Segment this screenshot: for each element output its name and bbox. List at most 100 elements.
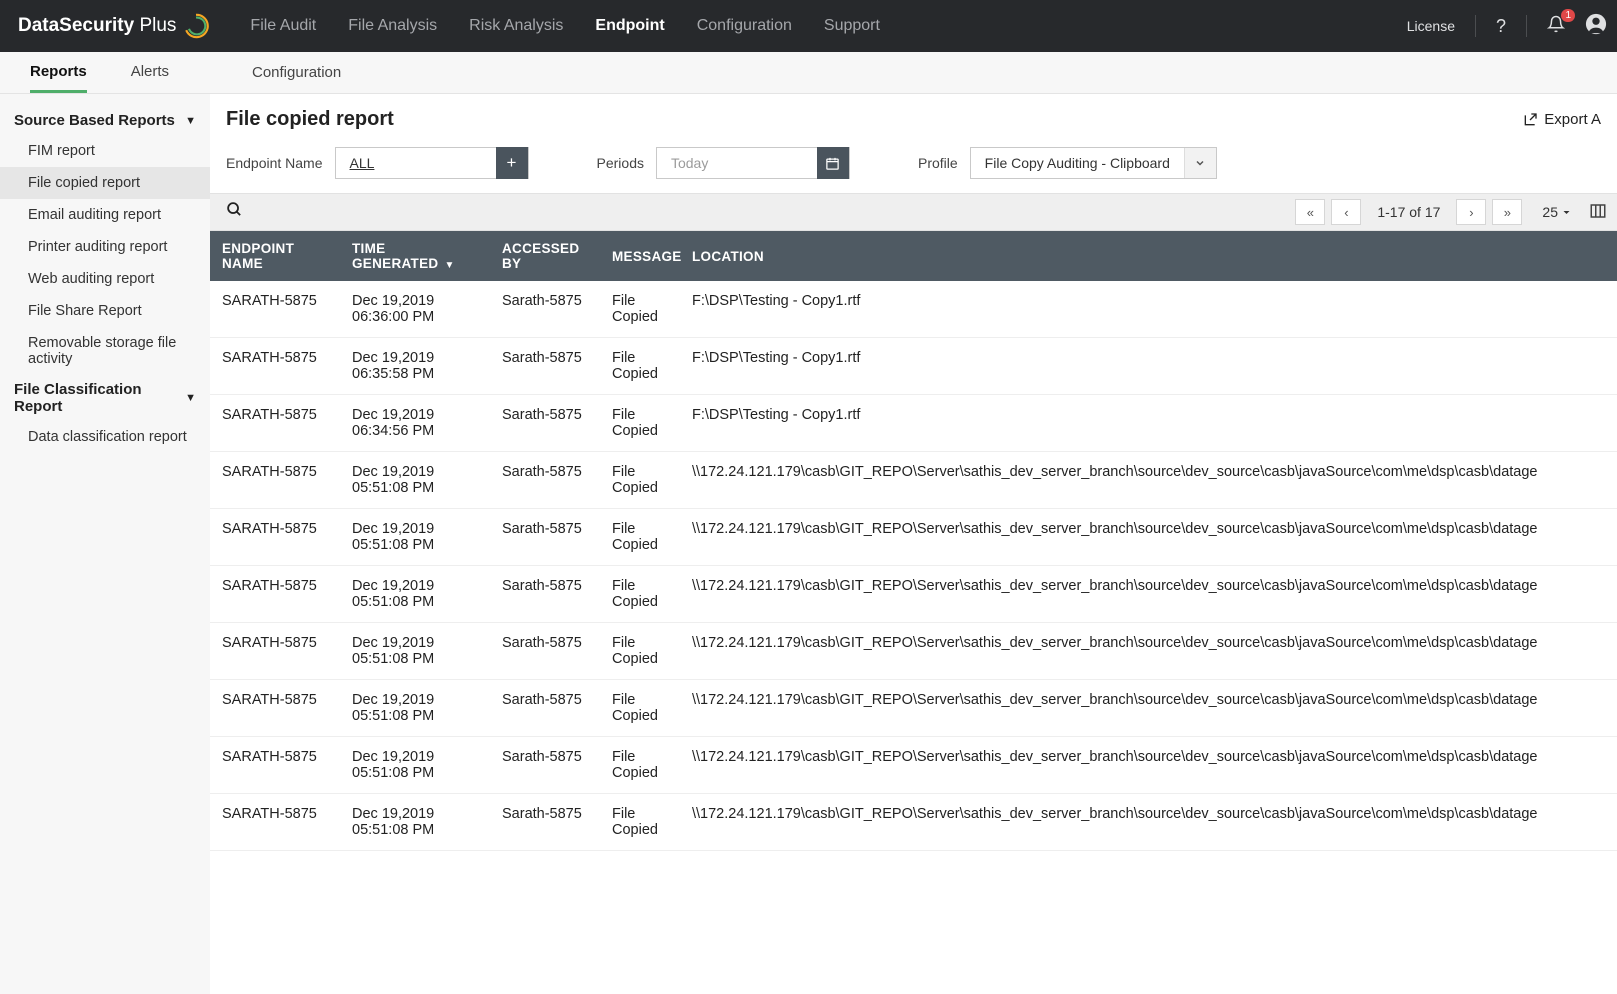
license-link[interactable]: License <box>1407 18 1455 34</box>
cell-time: Dec 19,2019 05:51:08 PM <box>340 794 490 851</box>
main-nav-configuration[interactable]: Configuration <box>697 3 792 49</box>
cell-location: F:\DSP\Testing - Copy1.rtf <box>680 395 1617 452</box>
main-nav-file-audit[interactable]: File Audit <box>250 3 316 49</box>
profile-dropdown-button[interactable] <box>1184 148 1216 178</box>
pager-last[interactable]: » <box>1492 199 1522 225</box>
caret-down-icon <box>1562 208 1571 217</box>
table-row[interactable]: SARATH-5875Dec 19,2019 05:51:08 PMSarath… <box>210 452 1617 509</box>
col-endpoint[interactable]: ENDPOINT NAME <box>210 231 340 281</box>
cell-endpoint: SARATH-5875 <box>210 395 340 452</box>
endpoint-add-button[interactable]: + <box>496 147 528 179</box>
cell-message: File Copied <box>600 737 680 794</box>
col-message[interactable]: MESSAGE <box>600 231 680 281</box>
endpoint-value: ALL <box>336 155 496 171</box>
periods-select[interactable]: Today <box>656 147 850 179</box>
profile-select[interactable]: File Copy Auditing - Clipboard <box>970 147 1217 179</box>
page-title: File copied report <box>226 108 394 131</box>
cell-location: \\172.24.121.179\casb\GIT_REPO\Server\sa… <box>680 623 1617 680</box>
sidebar-group-file-classification-report[interactable]: File Classification Report▼ <box>0 375 210 421</box>
pager-first[interactable]: « <box>1295 199 1325 225</box>
page-size-select[interactable]: 25 <box>1542 204 1571 220</box>
user-avatar-icon[interactable] <box>1585 13 1607 40</box>
cell-accessed: Sarath-5875 <box>490 566 600 623</box>
sidebar-item-email-auditing-report[interactable]: Email auditing report <box>0 199 210 231</box>
sub-tab-reports[interactable]: Reports <box>30 52 87 93</box>
cell-time: Dec 19,2019 06:35:58 PM <box>340 338 490 395</box>
sidebar: Source Based Reports▼FIM reportFile copi… <box>0 94 210 994</box>
table-row[interactable]: SARATH-5875Dec 19,2019 05:51:08 PMSarath… <box>210 623 1617 680</box>
divider <box>1526 15 1527 37</box>
cell-accessed: Sarath-5875 <box>490 281 600 338</box>
pager-prev[interactable]: ‹ <box>1331 199 1361 225</box>
cell-accessed: Sarath-5875 <box>490 395 600 452</box>
cell-endpoint: SARATH-5875 <box>210 794 340 851</box>
notif-badge: 1 <box>1561 9 1575 22</box>
bell-icon[interactable]: 1 <box>1547 15 1565 38</box>
columns-icon[interactable] <box>1589 202 1607 223</box>
cell-accessed: Sarath-5875 <box>490 452 600 509</box>
filter-endpoint: Endpoint Name ALL + <box>226 147 529 179</box>
table-row[interactable]: SARATH-5875Dec 19,2019 06:34:56 PMSarath… <box>210 395 1617 452</box>
cell-location: \\172.24.121.179\casb\GIT_REPO\Server\sa… <box>680 566 1617 623</box>
cell-message: File Copied <box>600 680 680 737</box>
cell-message: File Copied <box>600 395 680 452</box>
cell-time: Dec 19,2019 05:51:08 PM <box>340 680 490 737</box>
table-row[interactable]: SARATH-5875Dec 19,2019 05:51:08 PMSarath… <box>210 737 1617 794</box>
col-accessed[interactable]: ACCESSED BY <box>490 231 600 281</box>
sidebar-item-data-classification-report[interactable]: Data classification report <box>0 421 210 453</box>
endpoint-select[interactable]: ALL + <box>335 147 529 179</box>
cell-accessed: Sarath-5875 <box>490 623 600 680</box>
sub-nav: Reports Alerts Configuration <box>0 52 1617 94</box>
sidebar-item-fim-report[interactable]: FIM report <box>0 135 210 167</box>
sidebar-item-printer-auditing-report[interactable]: Printer auditing report <box>0 231 210 263</box>
cell-accessed: Sarath-5875 <box>490 509 600 566</box>
chevron-down-icon: ▼ <box>185 115 196 127</box>
main-nav: File Audit File Analysis Risk Analysis Endp… <box>250 3 1406 49</box>
cell-accessed: Sarath-5875 <box>490 794 600 851</box>
cell-message: File Copied <box>600 509 680 566</box>
main-nav-endpoint[interactable]: Endpoint <box>595 3 664 49</box>
sub-tab-alerts[interactable]: Alerts <box>131 52 169 93</box>
sub-nav-configuration[interactable]: Configuration <box>220 52 341 93</box>
table-row[interactable]: SARATH-5875Dec 19,2019 06:36:00 PMSarath… <box>210 281 1617 338</box>
pager: « ‹ 1-17 of 17 › » 25 <box>1295 199 1607 225</box>
main-nav-support[interactable]: Support <box>824 3 880 49</box>
periods-label: Periods <box>597 155 644 171</box>
table-row[interactable]: SARATH-5875Dec 19,2019 05:51:08 PMSarath… <box>210 509 1617 566</box>
calendar-button[interactable] <box>817 147 849 179</box>
sidebar-item-removable-storage-file-activity[interactable]: Removable storage file activity <box>0 327 210 375</box>
cell-location: \\172.24.121.179\casb\GIT_REPO\Server\sa… <box>680 509 1617 566</box>
cell-endpoint: SARATH-5875 <box>210 338 340 395</box>
col-location[interactable]: LOCATION <box>680 231 1617 281</box>
export-button[interactable]: Export A <box>1522 111 1601 128</box>
main-content: File copied report Export A Endpoint Nam… <box>210 94 1617 994</box>
search-icon[interactable] <box>226 201 243 223</box>
table-row[interactable]: SARATH-5875Dec 19,2019 05:51:08 PMSarath… <box>210 680 1617 737</box>
divider <box>1475 15 1476 37</box>
cell-endpoint: SARATH-5875 <box>210 281 340 338</box>
endpoint-label: Endpoint Name <box>226 155 323 171</box>
cell-message: File Copied <box>600 566 680 623</box>
cell-endpoint: SARATH-5875 <box>210 737 340 794</box>
main-nav-file-analysis[interactable]: File Analysis <box>348 3 437 49</box>
sidebar-item-file-copied-report[interactable]: File copied report <box>0 167 210 199</box>
table-row[interactable]: SARATH-5875Dec 19,2019 06:35:58 PMSarath… <box>210 338 1617 395</box>
cell-endpoint: SARATH-5875 <box>210 452 340 509</box>
col-time[interactable]: TIME GENERATED▼ <box>340 231 490 281</box>
sidebar-group-source-based-reports[interactable]: Source Based Reports▼ <box>0 106 210 135</box>
sidebar-item-file-share-report[interactable]: File Share Report <box>0 295 210 327</box>
cell-location: F:\DSP\Testing - Copy1.rtf <box>680 281 1617 338</box>
main-nav-risk-analysis[interactable]: Risk Analysis <box>469 3 563 49</box>
cell-message: File Copied <box>600 281 680 338</box>
page-size-value: 25 <box>1542 204 1558 220</box>
table-row[interactable]: SARATH-5875Dec 19,2019 05:51:08 PMSarath… <box>210 794 1617 851</box>
help-icon[interactable]: ? <box>1496 16 1506 37</box>
pager-next[interactable]: › <box>1456 199 1486 225</box>
cell-message: File Copied <box>600 338 680 395</box>
cell-location: F:\DSP\Testing - Copy1.rtf <box>680 338 1617 395</box>
cell-endpoint: SARATH-5875 <box>210 680 340 737</box>
profile-value: File Copy Auditing - Clipboard <box>971 155 1184 171</box>
sidebar-item-web-auditing-report[interactable]: Web auditing report <box>0 263 210 295</box>
table-row[interactable]: SARATH-5875Dec 19,2019 05:51:08 PMSarath… <box>210 566 1617 623</box>
cell-location: \\172.24.121.179\casb\GIT_REPO\Server\sa… <box>680 737 1617 794</box>
